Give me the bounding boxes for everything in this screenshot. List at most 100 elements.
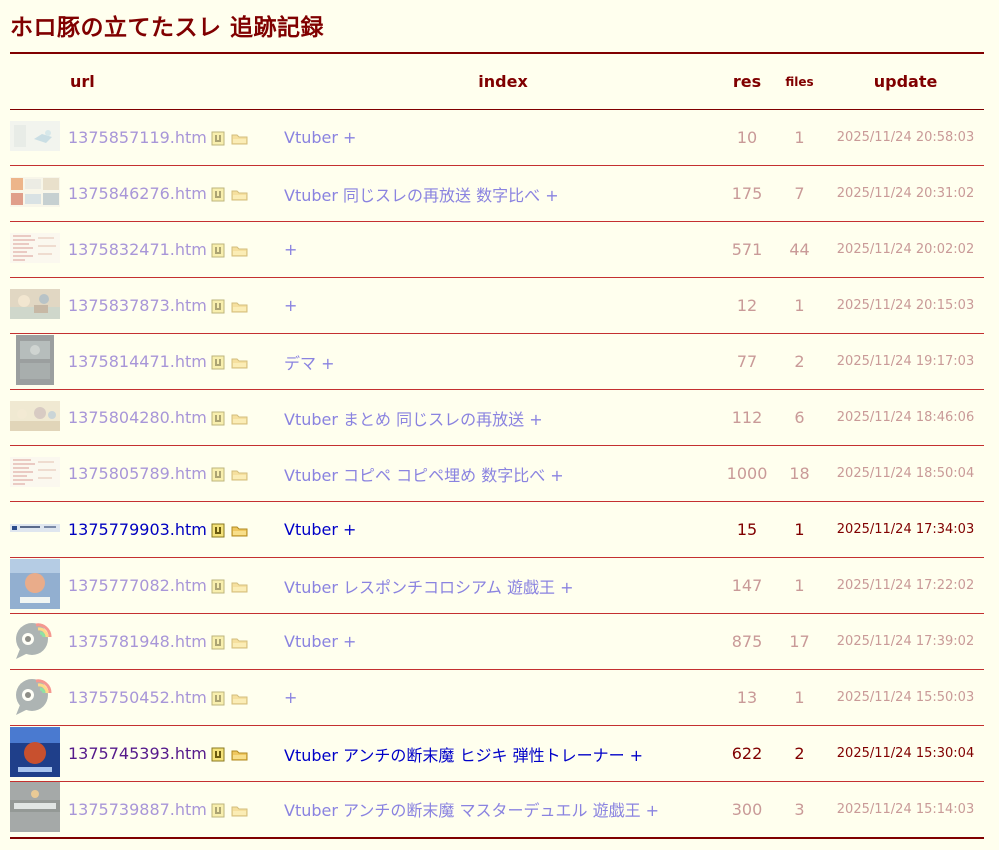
archive-icon[interactable] bbox=[211, 243, 225, 258]
archive-icon[interactable] bbox=[211, 411, 225, 426]
files-count: 1 bbox=[772, 277, 828, 334]
table-header-row: url index res files update bbox=[10, 52, 985, 110]
files-count: 17 bbox=[772, 613, 828, 670]
thread-thumbnail[interactable] bbox=[10, 176, 68, 211]
thread-link[interactable]: 1375846276.htm bbox=[68, 184, 207, 203]
folder-icon[interactable] bbox=[231, 524, 248, 537]
index-tags[interactable]: + bbox=[284, 240, 297, 259]
index-tags[interactable]: Vtuber コピペ コピペ埋め 数字比べ + bbox=[284, 466, 564, 485]
files-count: 1 bbox=[772, 669, 828, 726]
files-count: 1 bbox=[772, 109, 828, 166]
thread-thumbnail[interactable] bbox=[10, 456, 68, 491]
res-count: 77 bbox=[722, 333, 773, 390]
index-tags[interactable]: Vtuber レスポンチコロシアム 遊戯王 + bbox=[284, 578, 573, 597]
thumbnail-cell bbox=[10, 389, 68, 446]
res-count: 15 bbox=[722, 501, 773, 558]
thread-link[interactable]: 1375805789.htm bbox=[68, 464, 207, 483]
thread-link[interactable]: 1375777082.htm bbox=[68, 576, 207, 595]
index-tags[interactable]: Vtuber 同じスレの再放送 数字比べ + bbox=[284, 186, 559, 205]
index-cell: デマ + bbox=[284, 333, 723, 390]
folder-icon[interactable] bbox=[231, 636, 248, 649]
index-tags[interactable]: デマ + bbox=[284, 354, 335, 373]
thread-thumbnail[interactable] bbox=[10, 400, 68, 435]
thread-link[interactable]: 1375832471.htm bbox=[68, 240, 207, 259]
archive-icon[interactable] bbox=[211, 803, 225, 818]
thread-thumbnail[interactable] bbox=[10, 334, 68, 389]
index-tags[interactable]: + bbox=[284, 296, 297, 315]
thread-thumbnail[interactable] bbox=[10, 232, 68, 267]
index-tags[interactable]: Vtuber + bbox=[284, 520, 356, 539]
res-count: 571 bbox=[722, 221, 773, 278]
archive-icon[interactable] bbox=[211, 691, 225, 706]
index-tags[interactable]: Vtuber アンチの断末魔 マスターデュエル 遊戯王 + bbox=[284, 801, 659, 820]
thumbnail-cell bbox=[10, 501, 68, 558]
thumbnail-cell bbox=[10, 781, 68, 839]
index-cell: + bbox=[284, 277, 723, 334]
folder-icon[interactable] bbox=[231, 692, 248, 705]
url-cell: 1375814471.htm bbox=[68, 333, 285, 390]
table-row: 1375739887.htm Vtuber アンチの断末魔 マスターデュエル 遊… bbox=[10, 781, 985, 839]
archive-icon[interactable] bbox=[211, 523, 225, 538]
archive-icon[interactable] bbox=[211, 131, 225, 146]
thumbnail-cell bbox=[10, 613, 68, 670]
header-res: res bbox=[722, 52, 773, 110]
index-cell: Vtuber コピペ コピペ埋め 数字比べ + bbox=[284, 445, 723, 502]
folder-icon[interactable] bbox=[231, 804, 248, 817]
thread-thumbnail[interactable] bbox=[10, 726, 68, 781]
archive-icon[interactable] bbox=[211, 355, 225, 370]
index-cell: Vtuber アンチの断末魔 マスターデュエル 遊戯王 + bbox=[284, 781, 723, 839]
url-cell: 1375750452.htm bbox=[68, 669, 285, 726]
folder-icon[interactable] bbox=[231, 468, 248, 481]
files-count: 1 bbox=[772, 501, 828, 558]
thread-link[interactable]: 1375739887.htm bbox=[68, 800, 207, 819]
thread-link[interactable]: 1375779903.htm bbox=[68, 520, 207, 539]
folder-icon[interactable] bbox=[231, 580, 248, 593]
thumbnail-cell bbox=[10, 165, 68, 222]
folder-icon[interactable] bbox=[231, 244, 248, 257]
thread-link[interactable]: 1375781948.htm bbox=[68, 632, 207, 651]
update-time: 2025/11/24 17:39:02 bbox=[827, 613, 985, 670]
thread-link[interactable]: 1375837873.htm bbox=[68, 296, 207, 315]
folder-icon[interactable] bbox=[231, 412, 248, 425]
thumbnail-cell bbox=[10, 557, 68, 614]
thread-thumbnail[interactable] bbox=[10, 615, 68, 669]
files-count: 3 bbox=[772, 781, 828, 839]
res-count: 622 bbox=[722, 725, 773, 782]
thread-link[interactable]: 1375745393.htm bbox=[68, 744, 207, 763]
archive-icon[interactable] bbox=[211, 467, 225, 482]
url-cell: 1375837873.htm bbox=[68, 277, 285, 334]
update-time: 2025/11/24 20:31:02 bbox=[827, 165, 985, 222]
folder-icon[interactable] bbox=[231, 132, 248, 145]
archive-icon[interactable] bbox=[211, 299, 225, 314]
thread-thumbnail[interactable] bbox=[10, 671, 68, 725]
url-cell: 1375805789.htm bbox=[68, 445, 285, 502]
table-row: 1375750452.htm + 13 1 2025/11/24 15:50:0… bbox=[10, 669, 985, 726]
thread-thumbnail[interactable] bbox=[10, 782, 68, 836]
update-time: 2025/11/24 17:34:03 bbox=[827, 501, 985, 558]
thread-thumbnail[interactable] bbox=[10, 558, 68, 613]
archive-icon[interactable] bbox=[211, 187, 225, 202]
index-tags[interactable]: Vtuber まとめ 同じスレの再放送 + bbox=[284, 410, 543, 429]
folder-icon[interactable] bbox=[231, 748, 248, 761]
index-tags[interactable]: + bbox=[284, 688, 297, 707]
res-count: 875 bbox=[722, 613, 773, 670]
archive-icon[interactable] bbox=[211, 579, 225, 594]
thread-link[interactable]: 1375804280.htm bbox=[68, 408, 207, 427]
index-tags[interactable]: Vtuber + bbox=[284, 632, 356, 651]
update-time: 2025/11/24 15:14:03 bbox=[827, 781, 985, 839]
thread-thumbnail[interactable] bbox=[10, 288, 68, 323]
folder-icon[interactable] bbox=[231, 188, 248, 201]
thread-thumbnail[interactable] bbox=[10, 120, 68, 155]
folder-icon[interactable] bbox=[231, 356, 248, 369]
thread-link[interactable]: 1375814471.htm bbox=[68, 352, 207, 371]
thread-link[interactable]: 1375857119.htm bbox=[68, 128, 207, 147]
index-cell: Vtuber レスポンチコロシアム 遊戯王 + bbox=[284, 557, 723, 614]
index-tags[interactable]: Vtuber アンチの断末魔 ヒジキ 弾性トレーナー + bbox=[284, 746, 643, 765]
thread-thumbnail[interactable] bbox=[10, 513, 68, 547]
archive-icon[interactable] bbox=[211, 635, 225, 650]
table-row: 1375781948.htm Vtuber + 875 17 2025/11/2… bbox=[10, 613, 985, 670]
thread-link[interactable]: 1375750452.htm bbox=[68, 688, 207, 707]
index-tags[interactable]: Vtuber + bbox=[284, 128, 356, 147]
archive-icon[interactable] bbox=[211, 747, 225, 762]
folder-icon[interactable] bbox=[231, 300, 248, 313]
